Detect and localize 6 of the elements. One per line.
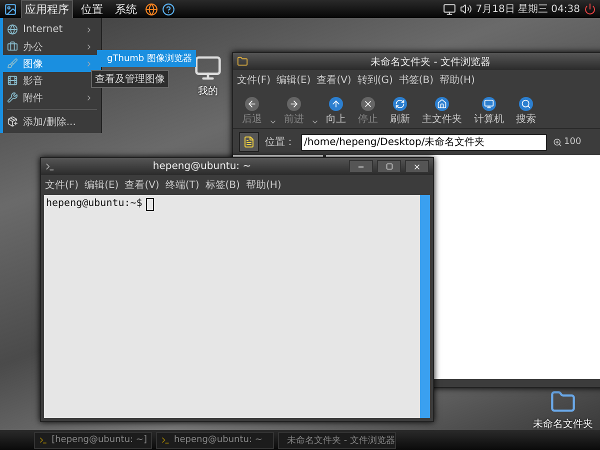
window-title: hepeng@ubuntu: ~ (152, 161, 252, 172)
zoom-level: 100 (564, 137, 582, 147)
window-title: 未命名文件夹 - 文件浏览器 (370, 56, 492, 68)
location-label: 位置： (265, 136, 295, 149)
tooltip: 查看及管理图像 (91, 70, 169, 88)
shell-prompt: hepeng@ubuntu:~$ (46, 198, 142, 209)
